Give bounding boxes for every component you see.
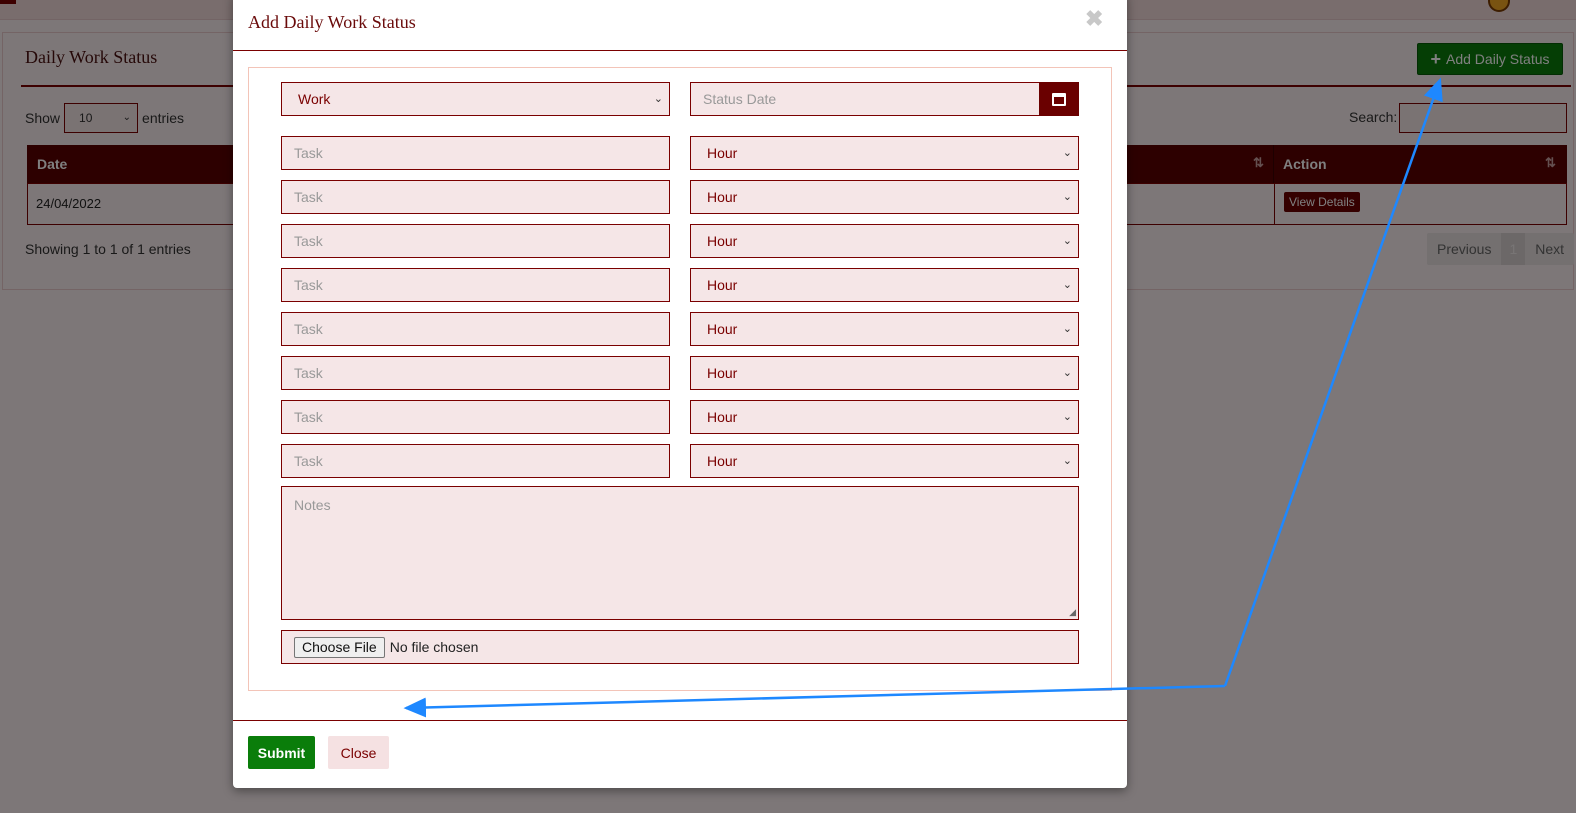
- arrow-to-add-button: [1223, 77, 1443, 687]
- arrow-to-modal-footer: [403, 684, 1226, 718]
- annotation-arrows: [403, 77, 1443, 718]
